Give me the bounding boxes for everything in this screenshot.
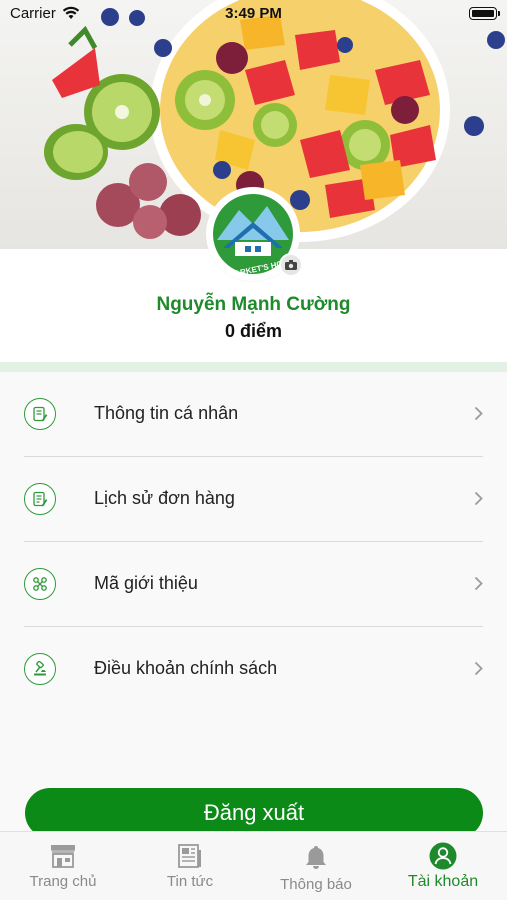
tab-label: Thông báo	[280, 876, 352, 893]
account-menu: Thông tin cá nhân Lịch sử đơn hàng Mã gi…	[0, 372, 507, 832]
newspaper-icon	[127, 842, 253, 870]
menu-item-label: Thông tin cá nhân	[94, 403, 239, 423]
policy-gavel-icon	[24, 653, 56, 685]
menu-item-terms-policy[interactable]: Điều khoản chính sách	[24, 627, 483, 712]
chevron-right-icon	[474, 406, 483, 426]
bell-icon	[253, 844, 379, 872]
tab-home[interactable]: Trang chủ	[0, 832, 126, 900]
clock: 3:49 PM	[225, 5, 282, 22]
account-screen: Carrier 3:49 PM MARKET'S HO Nguyễn Mạnh …	[0, 0, 507, 900]
tab-account[interactable]: Tài khoản	[380, 832, 506, 900]
edit-document-icon	[24, 398, 56, 430]
menu-item-order-history[interactable]: Lịch sử đơn hàng	[24, 457, 483, 542]
camera-icon[interactable]	[279, 253, 303, 277]
store-icon	[0, 842, 126, 870]
tab-label: Tin tức	[166, 873, 214, 890]
order-history-icon	[24, 483, 56, 515]
bottom-tab-bar: Trang chủ Tin tức Thông báo Tài khoản	[0, 831, 507, 900]
tab-label: Tài khoản	[407, 873, 479, 890]
chevron-right-icon	[474, 491, 483, 511]
section-divider	[0, 362, 507, 372]
menu-item-referral-code[interactable]: Mã giới thiệu	[24, 542, 483, 627]
battery-icon	[469, 7, 500, 20]
user-name: Nguyễn Mạnh Cường	[156, 294, 351, 315]
chevron-right-icon	[474, 576, 483, 596]
tab-news[interactable]: Tin tức	[127, 832, 253, 900]
menu-item-personal-info[interactable]: Thông tin cá nhân	[24, 372, 483, 457]
status-bar: Carrier 3:49 PM	[0, 0, 507, 30]
tab-label: Trang chủ	[29, 873, 97, 890]
account-icon	[380, 842, 506, 870]
referral-code-icon	[24, 568, 56, 600]
menu-item-label: Mã giới thiệu	[94, 573, 198, 593]
menu-item-label: Điều khoản chính sách	[94, 658, 278, 678]
points-value: 0 điểm	[224, 321, 283, 341]
menu-item-label: Lịch sử đơn hàng	[94, 488, 235, 508]
chevron-right-icon	[474, 661, 483, 681]
tab-notifications[interactable]: Thông báo	[253, 832, 379, 900]
